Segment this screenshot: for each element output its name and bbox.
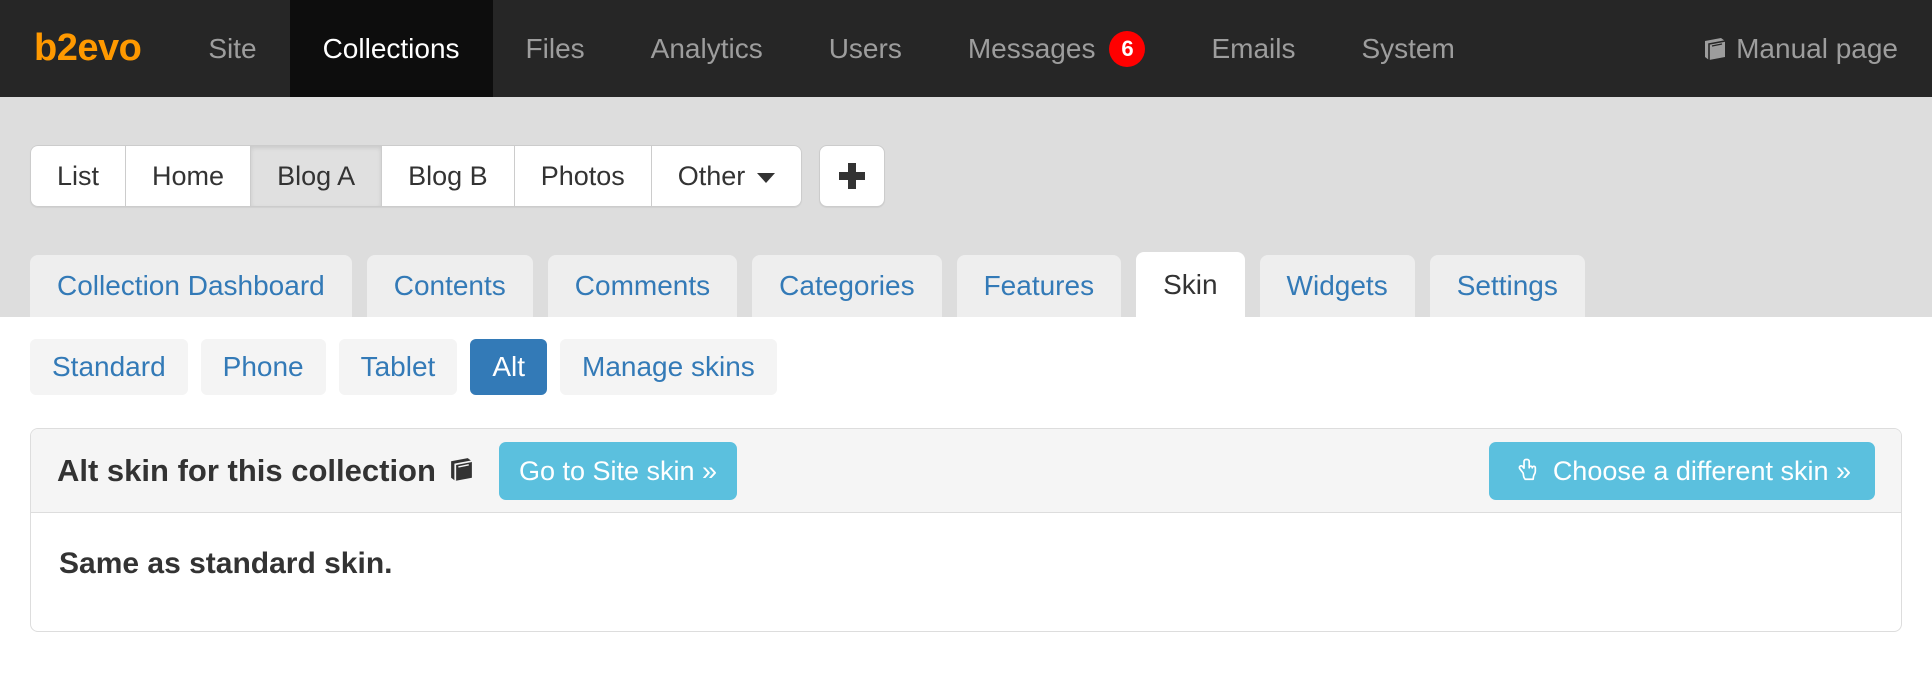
tab-contents[interactable]: Contents bbox=[366, 255, 533, 317]
go-to-site-skin-button[interactable]: Go to Site skin » bbox=[498, 441, 738, 500]
tab-categories[interactable]: Categories bbox=[752, 255, 942, 317]
collection-btn-list[interactable]: List bbox=[30, 145, 126, 207]
panel-title: Alt skin for this collection bbox=[57, 453, 475, 489]
main-navbar: b2evo Site Collections Files Analytics U… bbox=[0, 0, 1932, 97]
collection-btn-blog-b[interactable]: Blog B bbox=[381, 145, 514, 207]
collection-btn-other-label: Other bbox=[677, 161, 746, 191]
nav-label: Messages bbox=[967, 32, 1096, 64]
nav-item-system[interactable]: System bbox=[1328, 0, 1487, 97]
book-icon[interactable] bbox=[448, 456, 475, 483]
messages-count-badge: 6 bbox=[1109, 30, 1146, 67]
nav-label: Files bbox=[525, 32, 585, 64]
collection-btn-photos[interactable]: Photos bbox=[513, 145, 651, 207]
tab-comments[interactable]: Comments bbox=[547, 255, 738, 317]
panel-body: Same as standard skin. bbox=[31, 513, 1901, 631]
nav-label: Users bbox=[828, 32, 902, 64]
nav-item-files[interactable]: Files bbox=[493, 0, 618, 97]
nav-label: Site bbox=[208, 32, 257, 64]
manual-page-link[interactable]: Manual page bbox=[1702, 33, 1898, 65]
nav-item-analytics[interactable]: Analytics bbox=[618, 0, 796, 97]
skin-status-text: Same as standard skin. bbox=[59, 547, 393, 580]
collection-subtabs: Collection Dashboard Contents Comments C… bbox=[30, 252, 1600, 317]
nav-item-emails[interactable]: Emails bbox=[1178, 0, 1328, 97]
tab-widgets[interactable]: Widgets bbox=[1259, 255, 1415, 317]
nav-label: Analytics bbox=[650, 32, 763, 64]
skin-tab-manage-skins[interactable]: Manage skins bbox=[560, 339, 777, 395]
collection-btn-home[interactable]: Home bbox=[125, 145, 251, 207]
panel-header: Alt skin for this collection Go to Site … bbox=[31, 429, 1901, 513]
skin-tab-phone[interactable]: Phone bbox=[200, 339, 326, 395]
manual-page-label: Manual page bbox=[1736, 32, 1898, 64]
tab-features[interactable]: Features bbox=[956, 255, 1122, 317]
add-collection-button[interactable] bbox=[819, 145, 886, 207]
main-content: Standard Phone Tablet Alt Manage skins A… bbox=[0, 317, 1932, 632]
navbar-items: Site Collections Files Analytics Users M… bbox=[175, 0, 1488, 97]
skin-type-tabs: Standard Phone Tablet Alt Manage skins bbox=[30, 317, 1902, 395]
alt-skin-panel: Alt skin for this collection Go to Site … bbox=[30, 428, 1902, 632]
tab-collection-dashboard[interactable]: Collection Dashboard bbox=[30, 255, 352, 317]
nav-label: System bbox=[1361, 32, 1455, 64]
panel-title-text: Alt skin for this collection bbox=[57, 452, 436, 488]
collection-switcher-row: List Home Blog A Blog B Photos Other bbox=[30, 145, 886, 207]
tab-settings[interactable]: Settings bbox=[1429, 255, 1585, 317]
navbar-right: Manual page bbox=[1702, 0, 1932, 97]
tab-skin[interactable]: Skin bbox=[1136, 252, 1245, 317]
chevron-down-icon bbox=[757, 172, 776, 183]
choose-different-skin-label: Choose a different skin » bbox=[1552, 455, 1851, 486]
collection-btn-other-dropdown[interactable]: Other bbox=[650, 145, 803, 207]
nav-item-site[interactable]: Site bbox=[175, 0, 289, 97]
choose-different-skin-button[interactable]: Choose a different skin » bbox=[1488, 441, 1875, 500]
book-icon bbox=[1702, 36, 1728, 62]
collection-selector-band: List Home Blog A Blog B Photos Other Col… bbox=[0, 97, 1932, 317]
skin-tab-standard[interactable]: Standard bbox=[30, 339, 188, 395]
plus-icon bbox=[839, 163, 866, 189]
nav-item-collections[interactable]: Collections bbox=[289, 0, 493, 97]
nav-item-users[interactable]: Users bbox=[796, 0, 935, 97]
skin-tab-alt[interactable]: Alt bbox=[470, 339, 548, 395]
brand-logo[interactable]: b2evo bbox=[0, 0, 175, 97]
nav-label: Collections bbox=[322, 32, 460, 64]
collection-button-group: List Home Blog A Blog B Photos Other bbox=[30, 145, 803, 207]
pointing-hand-icon bbox=[1513, 457, 1540, 484]
collection-btn-blog-a[interactable]: Blog A bbox=[250, 145, 382, 207]
nav-item-messages[interactable]: Messages 6 bbox=[935, 0, 1179, 97]
nav-label: Emails bbox=[1211, 32, 1296, 64]
skin-tab-tablet[interactable]: Tablet bbox=[338, 339, 458, 395]
